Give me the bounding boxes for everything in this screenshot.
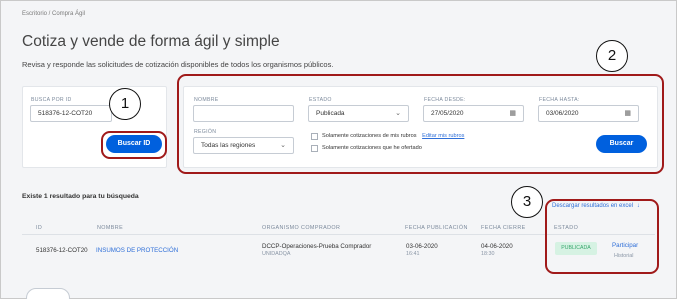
breadcrumb[interactable]: Escritorio / Compra Ágil bbox=[22, 11, 85, 17]
results-count: Existe 1 resultado para tu búsqueda bbox=[22, 193, 139, 200]
annotation-number-1: 1 bbox=[109, 88, 141, 120]
page-title: Cotiza y vende de forma ágil y simple bbox=[22, 33, 280, 50]
row-nombre-link[interactable]: INSUMOS DE PROTECCIÓN bbox=[96, 247, 178, 254]
annotation-box-filters bbox=[177, 74, 664, 174]
col-header-nombre: NOMBRE bbox=[97, 225, 124, 231]
row-organismo: DCCP-Operaciones-Prueba Comprador bbox=[262, 243, 372, 250]
annotation-number-3: 3 bbox=[511, 186, 543, 218]
col-header-fecha-cierre: FECHA CIERRE bbox=[481, 225, 526, 231]
annotation-box-actions bbox=[545, 199, 659, 274]
row-cierre-date: 04-06-2020 bbox=[481, 243, 513, 250]
col-header-organismo: ORGANISMO COMPRADOR bbox=[262, 225, 341, 231]
row-id: 518376-12-COT20 bbox=[36, 247, 88, 254]
pagination-control[interactable] bbox=[26, 288, 70, 299]
row-unidad: UNIDADQA bbox=[262, 251, 291, 257]
row-cierre-time: 18:30 bbox=[481, 251, 495, 257]
search-id-input[interactable]: 518376-12-COT20 bbox=[30, 105, 112, 122]
page-subtitle: Revisa y responde las solicitudes de cot… bbox=[22, 60, 334, 69]
col-header-id: ID bbox=[36, 225, 43, 231]
row-pub-date: 03-06-2020 bbox=[406, 243, 438, 250]
annotation-box-search-id bbox=[101, 131, 167, 159]
row-pub-time: 16:41 bbox=[406, 251, 420, 257]
col-header-fecha-publicacion: FECHA PUBLICACIÓN bbox=[405, 225, 468, 231]
annotation-number-2: 2 bbox=[596, 40, 628, 72]
search-id-label: BUSCA POR ID bbox=[31, 97, 72, 103]
